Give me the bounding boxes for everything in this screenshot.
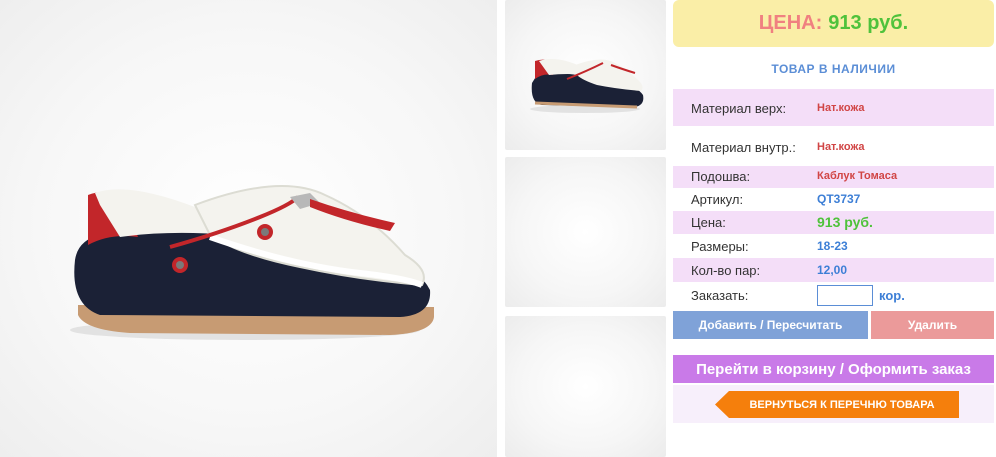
spec-value: QT3737	[817, 192, 861, 206]
price-banner: ЦЕНА: 913 руб.	[673, 0, 994, 47]
spec-label: Подошва:	[691, 169, 751, 184]
spec-row-material-inner: Материал внутр.: Нат.кожа	[673, 126, 994, 166]
spec-row-sole: Подошва: Каблук Томаса	[673, 166, 994, 188]
spec-value: Нат.кожа	[817, 102, 865, 114]
main-product-photo[interactable]	[0, 0, 497, 457]
spec-label: Материал верх:	[691, 101, 787, 116]
price-label: ЦЕНА:	[758, 12, 823, 34]
spec-label: Размеры:	[691, 239, 749, 254]
thumbnail-1[interactable]	[505, 0, 666, 150]
spec-label: Кол-во пар:	[691, 263, 761, 278]
spec-row-pairs: Кол-во пар: 12,00	[673, 258, 994, 282]
spec-row-price: Цена: 913 руб.	[673, 211, 994, 234]
spec-value: Нат.кожа	[817, 141, 865, 153]
delete-button[interactable]: Удалить	[871, 311, 994, 339]
add-recalculate-button[interactable]: Добавить / Пересчитать	[673, 311, 868, 339]
spec-label: Материал внутр.:	[691, 140, 796, 155]
spec-value: 18-23	[817, 239, 848, 253]
spec-row-sizes: Размеры: 18-23	[673, 234, 994, 258]
spec-row-article: Артикул: QT3737	[673, 188, 994, 211]
thumbnail-3[interactable]	[505, 316, 666, 457]
price-value: 913 руб.	[828, 12, 909, 34]
order-quantity-input[interactable]	[817, 285, 873, 306]
stock-status: ТОВАР В НАЛИЧИИ	[771, 62, 896, 76]
spec-label: Артикул:	[691, 192, 744, 207]
moccasin-shoe-image	[70, 185, 434, 340]
spec-label: Цена:	[691, 215, 726, 230]
spec-value: 12,00	[817, 263, 848, 277]
order-unit: кор.	[879, 288, 905, 303]
order-label: Заказать:	[691, 288, 749, 303]
spec-value: Каблук Томаса	[817, 170, 898, 182]
spec-row-material-top: Материал верх: Нат.кожа	[673, 89, 994, 126]
thumbnail-2[interactable]	[505, 157, 666, 307]
back-to-list-button[interactable]: ВЕРНУТЬСЯ К ПЕРЕЧНЮ ТОВАРА	[715, 391, 959, 418]
back-button-area: ВЕРНУТЬСЯ К ПЕРЕЧНЮ ТОВАРА	[673, 385, 994, 423]
order-row: Заказать: кор.	[673, 282, 994, 307]
go-to-cart-button[interactable]: Перейти в корзину / Оформить заказ	[673, 355, 994, 383]
moccasin-shoe-image	[530, 59, 644, 113]
spec-value: 913 руб.	[817, 214, 873, 230]
